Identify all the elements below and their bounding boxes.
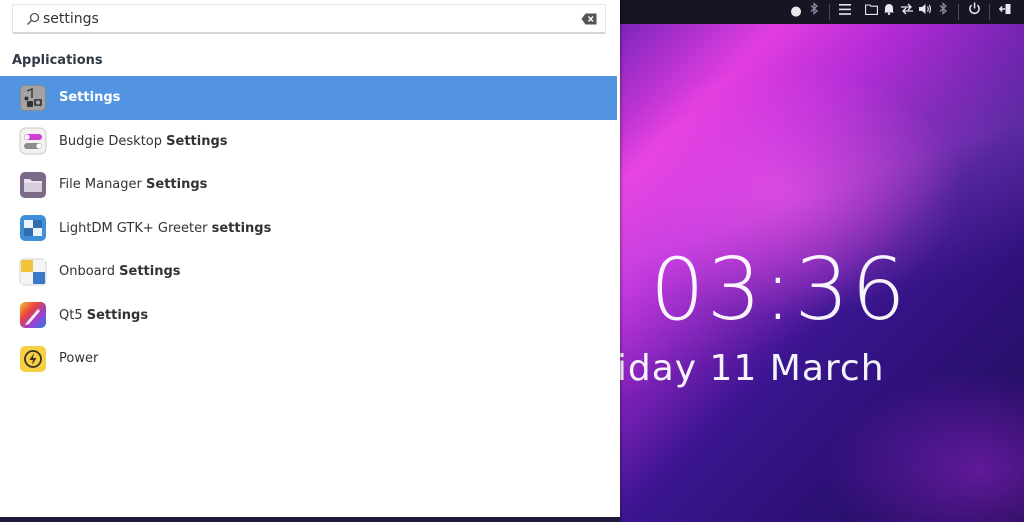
top-panel: ● bbox=[620, 0, 1024, 24]
app-menu: Applications Settings B bbox=[0, 0, 620, 522]
tray-separator bbox=[958, 4, 959, 20]
settings-icon bbox=[20, 84, 46, 111]
bottom-strip bbox=[0, 517, 620, 522]
tray-separator bbox=[829, 4, 830, 20]
result-label-bold: Settings bbox=[166, 133, 228, 149]
result-qt5-settings[interactable]: Qt5 Settings bbox=[0, 294, 617, 338]
result-label-bold: settings bbox=[211, 220, 272, 236]
result-settings[interactable]: Settings bbox=[0, 76, 617, 120]
clock-date: Friday 11 March bbox=[582, 348, 885, 389]
lightdm-icon bbox=[20, 215, 46, 242]
search-input[interactable] bbox=[43, 9, 543, 29]
clock-time: 03:36 bbox=[650, 240, 908, 340]
onboard-icon bbox=[19, 258, 47, 286]
result-label-plain: Budgie Desktop bbox=[59, 133, 167, 149]
file-manager-icon bbox=[20, 171, 46, 198]
results-list: Settings Budgie Desktop Settings File Ma… bbox=[0, 76, 617, 381]
logout-icon[interactable] bbox=[996, 0, 1014, 24]
result-label-plain: LightDM GTK+ Greeter bbox=[59, 220, 212, 236]
result-label-bold: Settings bbox=[86, 307, 149, 323]
qt5-icon bbox=[20, 302, 46, 329]
folder-icon[interactable] bbox=[862, 0, 880, 24]
result-file-manager-settings[interactable]: File Manager Settings bbox=[0, 163, 617, 207]
result-lightdm-greeter-settings[interactable]: LightDM GTK+ Greeter settings bbox=[0, 207, 617, 251]
result-onboard-settings[interactable]: Onboard Settings bbox=[0, 250, 617, 294]
result-label-plain: Qt5 bbox=[59, 307, 87, 323]
result-label-plain: File Manager bbox=[59, 177, 147, 193]
result-label-bold: Settings bbox=[119, 264, 181, 280]
result-label-bold: Settings bbox=[59, 90, 121, 106]
volume-icon[interactable] bbox=[916, 0, 934, 24]
search-box[interactable] bbox=[12, 4, 606, 34]
bell-icon[interactable] bbox=[880, 0, 898, 24]
tray-separator bbox=[989, 4, 990, 20]
result-budgie-desktop-settings[interactable]: Budgie Desktop Settings bbox=[0, 120, 617, 164]
result-label-plain: Onboard bbox=[59, 264, 120, 280]
search-icon bbox=[27, 12, 40, 25]
section-heading: Applications bbox=[12, 53, 103, 68]
circle-icon[interactable]: ● bbox=[787, 0, 805, 24]
result-label-bold: Settings bbox=[146, 177, 208, 193]
menu-icon[interactable] bbox=[836, 0, 854, 24]
clear-icon[interactable] bbox=[581, 13, 597, 25]
bluetooth-icon[interactable] bbox=[805, 0, 823, 24]
budgie-settings-icon bbox=[19, 127, 47, 155]
result-power[interactable]: Power bbox=[0, 337, 617, 381]
power-icon bbox=[20, 345, 46, 372]
power-icon[interactable] bbox=[965, 0, 983, 24]
network-icon[interactable] bbox=[898, 0, 916, 24]
bluetooth-icon[interactable] bbox=[934, 0, 952, 24]
result-label-plain: Power bbox=[59, 351, 99, 367]
